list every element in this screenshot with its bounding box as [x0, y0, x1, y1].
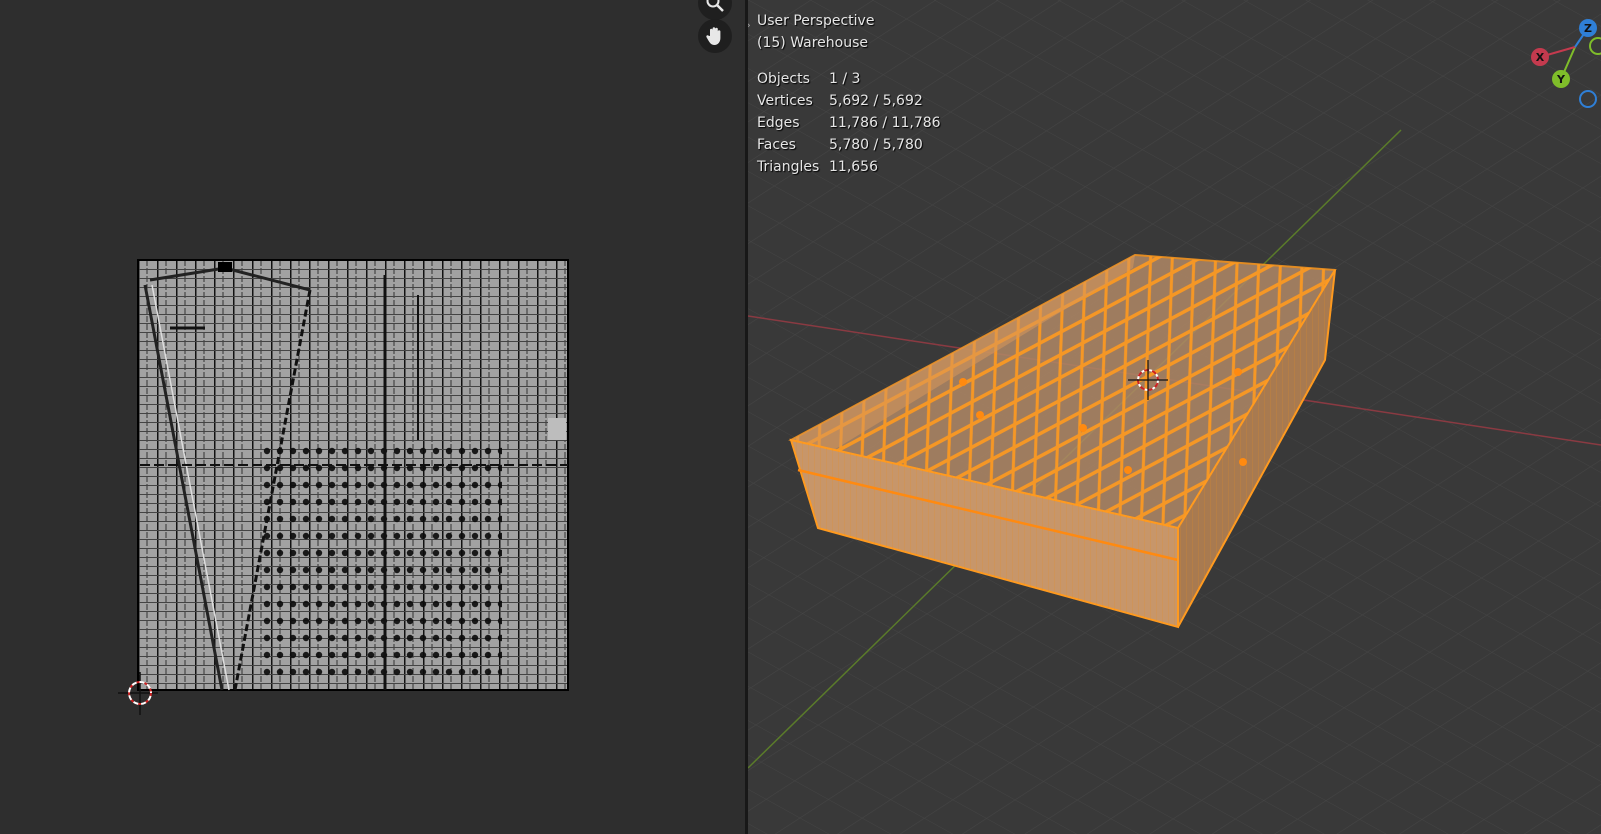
scene-statistics: Objects 1 / 3 Vertices 5,692 / 5,692 Edg…	[757, 68, 941, 178]
chevron-right-icon[interactable]: ›	[748, 18, 751, 32]
stat-row-edges: Edges 11,786 / 11,786	[757, 115, 941, 131]
stat-row-objects: Objects 1 / 3	[757, 71, 861, 87]
viewport-info-overlay: User Perspective (15) Warehouse Objects …	[757, 10, 941, 178]
gizmo-x-label: X	[1536, 51, 1545, 64]
collection-name: (15) Warehouse	[757, 35, 868, 51]
magnifier-icon	[706, 0, 724, 12]
view-name: User Perspective	[757, 13, 875, 29]
pan-button[interactable]	[698, 19, 732, 53]
stat-row-faces: Faces 5,780 / 5,780	[757, 137, 923, 153]
uv-canvas[interactable]	[0, 0, 745, 834]
stat-row-vertices: Vertices 5,692 / 5,692	[757, 93, 923, 109]
uv-editor[interactable]	[0, 0, 745, 834]
hand-icon	[706, 27, 721, 45]
uv-island-map[interactable]	[137, 259, 569, 691]
gizmo-y-label: Y	[1556, 73, 1566, 86]
gizmo-z-label: Z	[1584, 22, 1592, 35]
stat-row-triangles: Triangles 11,656	[757, 159, 878, 175]
3d-viewport[interactable]: X Y Z › User Perspective (15) Warehouse …	[748, 0, 1601, 834]
